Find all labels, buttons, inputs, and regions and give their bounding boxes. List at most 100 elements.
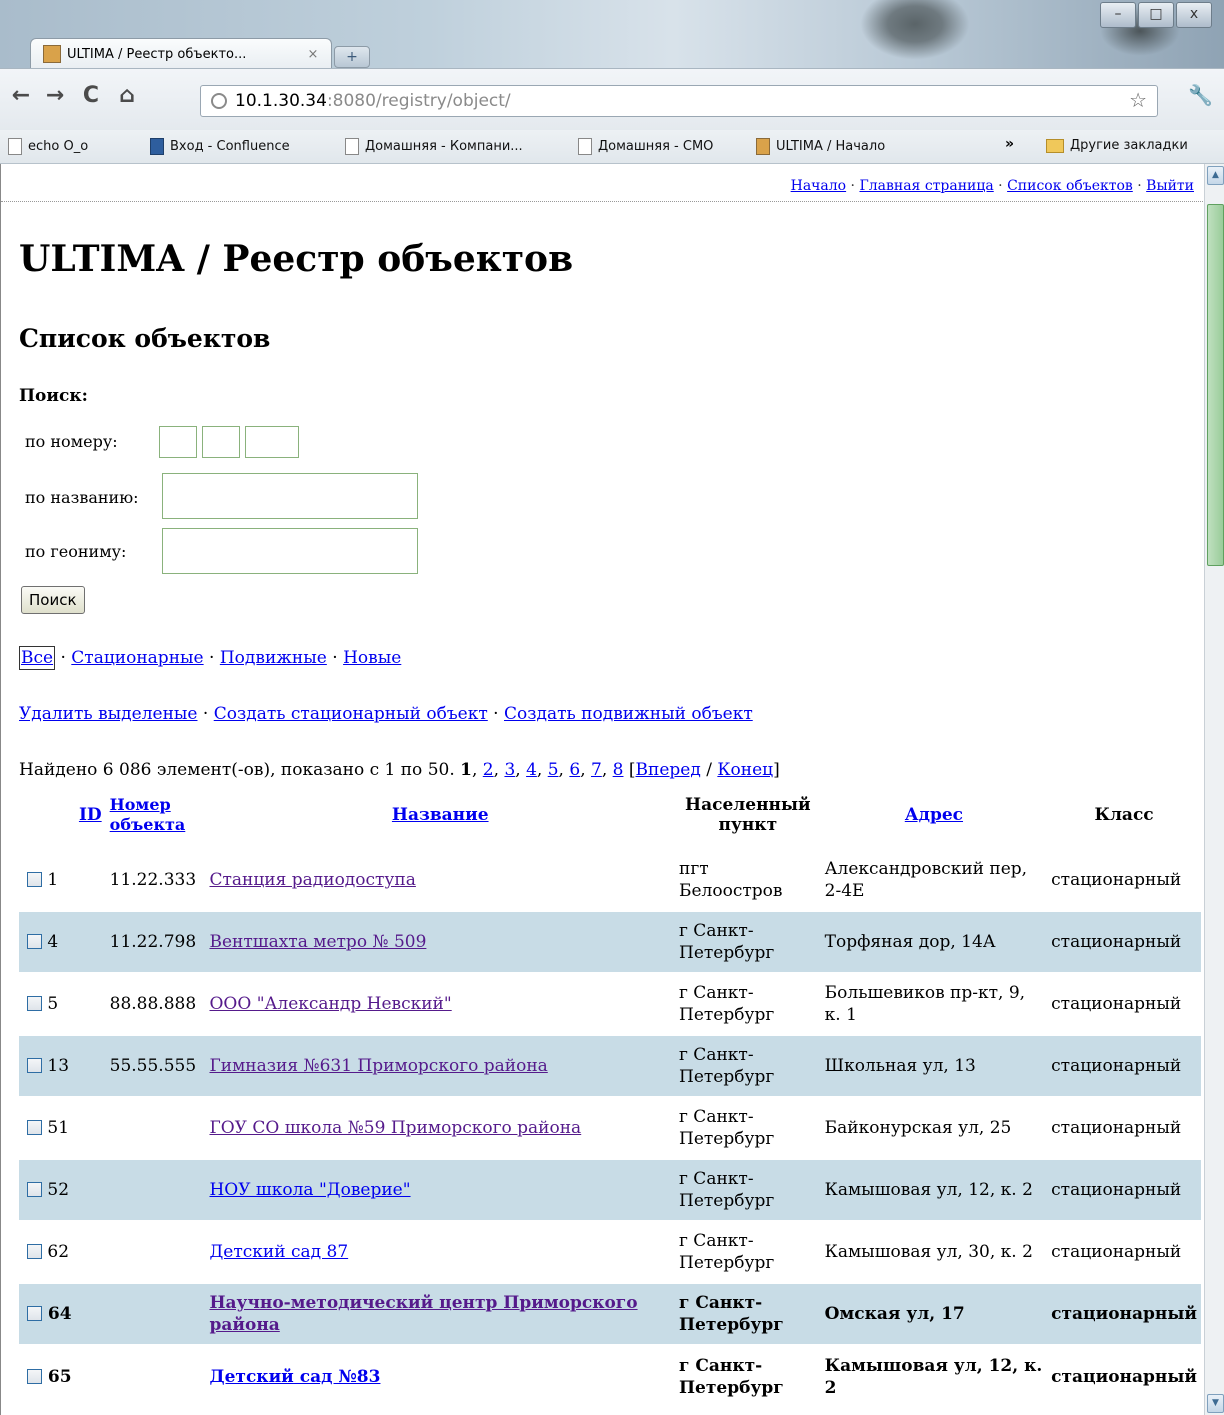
object-name-link[interactable]: Детский сад 87 bbox=[209, 1242, 348, 1262]
close-window-button[interactable]: x bbox=[1176, 2, 1212, 28]
id-cell: 62 bbox=[19, 1220, 106, 1283]
object-name-link[interactable]: Вентшахта метро № 509 bbox=[209, 932, 426, 952]
filter-all[interactable]: Все bbox=[19, 646, 56, 670]
filter-stationary[interactable]: Стационарные bbox=[71, 648, 203, 668]
vertical-scrollbar[interactable]: ▲ ▼ bbox=[1204, 164, 1224, 1415]
other-bookmarks-folder[interactable]: Другие закладки bbox=[1046, 138, 1188, 153]
row-checkbox[interactable] bbox=[27, 1182, 42, 1197]
object-name-link[interactable]: ООО "Александр Невский" bbox=[209, 994, 451, 1014]
bookmark-item[interactable]: Вход - Confluence bbox=[150, 138, 290, 155]
search-by-name-label: по названию: bbox=[25, 488, 139, 507]
header-id[interactable]: ID bbox=[19, 782, 106, 849]
id-cell: 51 bbox=[19, 1096, 106, 1159]
number-input-part1[interactable] bbox=[159, 426, 197, 458]
nav-link-objects-list[interactable]: Список объектов bbox=[1007, 178, 1133, 194]
address-bar[interactable]: 10.1.30.34 :8080/registry/object/ ☆ bbox=[200, 85, 1158, 117]
name-search-input[interactable] bbox=[162, 473, 418, 519]
pagination: Найдено 6 086 элемент(-ов), показано с 1… bbox=[19, 760, 780, 780]
nav-link-home[interactable]: Начало bbox=[791, 178, 846, 194]
name-cell: Детский сад №83 bbox=[205, 1344, 675, 1407]
header-number[interactable]: Номер объекта bbox=[106, 782, 206, 849]
bookmark-item[interactable]: echo O_o bbox=[8, 138, 88, 155]
bookmark-label: Домашняя - СМО bbox=[598, 139, 714, 154]
filter-new[interactable]: Новые bbox=[343, 648, 401, 668]
name-cell: ГОУ СО школа №59 Приморского района bbox=[205, 1096, 675, 1159]
row-checkbox[interactable] bbox=[27, 1306, 42, 1321]
titlebar-decoration bbox=[860, 0, 970, 60]
object-name-link[interactable]: Станция радиодоступа bbox=[209, 870, 415, 890]
last-page-link[interactable]: Конец bbox=[717, 760, 773, 780]
page-link[interactable]: 8 bbox=[613, 760, 624, 780]
back-arrow-icon[interactable]: ← bbox=[8, 81, 34, 111]
city-cell: г Санкт-Петербург bbox=[675, 1282, 821, 1345]
bookmark-label: echo O_o bbox=[28, 139, 89, 154]
scrollbar-thumb[interactable] bbox=[1207, 204, 1224, 566]
nav-separator: · bbox=[1132, 178, 1147, 194]
nav-link-main-page[interactable]: Главная страница bbox=[859, 178, 993, 194]
browser-tab[interactable]: ULTIMA / Реестр объекто... × bbox=[30, 38, 332, 69]
number-input-part2[interactable] bbox=[202, 426, 240, 458]
bookmark-star-icon[interactable]: ☆ bbox=[1129, 88, 1147, 112]
object-name-link[interactable]: ГОУ СО школа №59 Приморского района bbox=[209, 1118, 581, 1138]
page-content: Начало · Главная страница · Список объек… bbox=[0, 164, 1204, 1415]
page-link[interactable]: 3 bbox=[504, 760, 515, 780]
row-checkbox[interactable] bbox=[27, 1244, 42, 1259]
scroll-down-icon[interactable]: ▼ bbox=[1207, 1394, 1224, 1413]
page-icon bbox=[8, 138, 22, 155]
new-tab-button[interactable]: + bbox=[334, 46, 370, 68]
object-name-link[interactable]: Научно-методический центр Приморского ра… bbox=[209, 1293, 637, 1335]
forward-arrow-icon[interactable]: → bbox=[42, 81, 68, 111]
number-input-part3[interactable] bbox=[245, 426, 299, 458]
filter-mobile[interactable]: Подвижные bbox=[220, 648, 327, 668]
header-name[interactable]: Название bbox=[205, 782, 675, 849]
minimize-button[interactable]: – bbox=[1100, 2, 1136, 28]
object-name-link[interactable]: Гимназия №631 Приморского района bbox=[209, 1056, 547, 1076]
row-checkbox[interactable] bbox=[27, 872, 42, 887]
next-page-link[interactable]: Вперед bbox=[636, 760, 701, 780]
sort-name-link[interactable]: Название bbox=[392, 805, 489, 825]
sort-address-link[interactable]: Адрес bbox=[905, 805, 963, 825]
geonym-search-input[interactable] bbox=[162, 528, 418, 574]
row-checkbox[interactable] bbox=[27, 934, 42, 949]
delete-selected-link[interactable]: Удалить выделеные bbox=[19, 704, 198, 724]
name-cell: Вентшахта метро № 509 bbox=[205, 910, 675, 973]
object-name-link[interactable]: Детский сад №83 bbox=[209, 1367, 380, 1387]
address-cell: Камышовая ул, 30, к. 2 bbox=[820, 1220, 1048, 1283]
name-cell: Научно-методический центр Приморского ра… bbox=[205, 1282, 675, 1345]
bookmark-item[interactable]: Домашняя - Компани... bbox=[345, 138, 523, 155]
page-link[interactable]: 6 bbox=[569, 760, 580, 780]
scroll-up-icon[interactable]: ▲ bbox=[1207, 166, 1224, 185]
wrench-icon[interactable]: 🔧 bbox=[1188, 83, 1213, 107]
bookmarks-overflow-button[interactable]: » bbox=[1005, 136, 1014, 152]
page-link[interactable]: 4 bbox=[526, 760, 537, 780]
tab-close-icon[interactable]: × bbox=[305, 47, 321, 62]
search-by-number-label: по номеру: bbox=[25, 432, 118, 451]
nav-link-logout[interactable]: Выйти bbox=[1146, 178, 1194, 194]
class-cell: стационарный bbox=[1047, 1096, 1201, 1159]
search-button[interactable]: Поиск bbox=[21, 586, 85, 614]
row-checkbox[interactable] bbox=[27, 1368, 42, 1384]
bookmark-item[interactable]: ULTIMA / Начало bbox=[756, 138, 885, 155]
table-row: 64 Научно-методический центр Приморского… bbox=[19, 1282, 1201, 1345]
create-mobile-link[interactable]: Создать подвижный объект bbox=[504, 704, 753, 724]
header-address[interactable]: Адрес bbox=[821, 782, 1047, 849]
home-icon[interactable]: ⌂ bbox=[114, 81, 140, 111]
id-cell: 64 bbox=[19, 1282, 106, 1345]
sort-number-link[interactable]: Номер объекта bbox=[110, 795, 186, 834]
maximize-button[interactable]: □ bbox=[1138, 2, 1174, 28]
reload-icon[interactable]: C bbox=[78, 81, 104, 111]
create-stationary-link[interactable]: Создать стационарный объект bbox=[214, 704, 488, 724]
object-name-link[interactable]: НОУ школа "Доверие" bbox=[209, 1180, 410, 1200]
page-link[interactable]: 5 bbox=[548, 760, 559, 780]
page-link[interactable]: 7 bbox=[591, 760, 602, 780]
row-checkbox[interactable] bbox=[27, 996, 42, 1011]
row-checkbox[interactable] bbox=[27, 1058, 42, 1073]
sort-id-link[interactable]: ID bbox=[79, 805, 102, 825]
bookmark-item[interactable]: Домашняя - СМО bbox=[578, 138, 713, 155]
name-cell: НОУ школа "Доверие" bbox=[205, 1158, 675, 1221]
page-link[interactable]: 2 bbox=[483, 760, 494, 780]
row-checkbox[interactable] bbox=[27, 1120, 42, 1135]
page-subtitle: Список объектов bbox=[19, 324, 271, 353]
class-cell: стационарный bbox=[1047, 1344, 1201, 1407]
city-cell: г Санкт-Петербург bbox=[675, 972, 821, 1035]
